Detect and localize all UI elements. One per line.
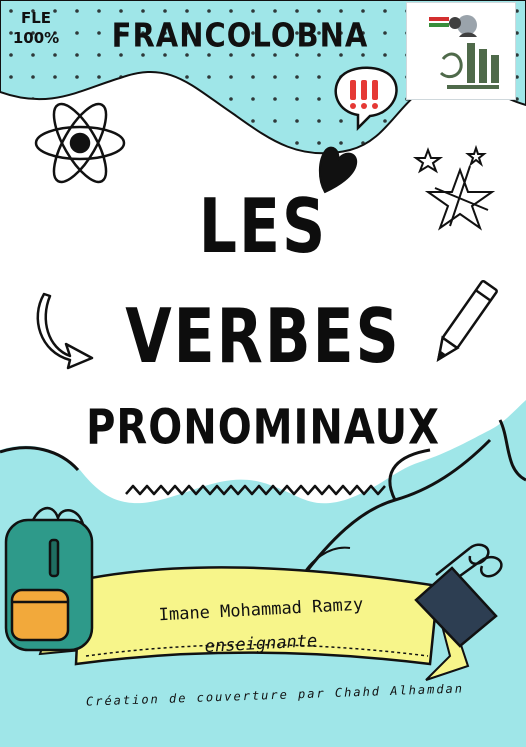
backpack-icon xyxy=(4,506,94,652)
atom-icon xyxy=(34,102,126,184)
title-line1: LES xyxy=(198,183,328,271)
title-line2: VERBES xyxy=(125,293,401,381)
publisher-logo xyxy=(406,2,516,100)
brand-name: FRANCOLOBNA xyxy=(111,15,369,55)
title-line3: PRONOMINAUX xyxy=(86,400,440,456)
cover-page: FLE 100% FRANCOLOBNA LES VERBES PRONOMIN… xyxy=(0,0,526,747)
level-tag: FLE 100% xyxy=(8,8,64,48)
level-tag-line1: FLE xyxy=(20,9,52,27)
level-tag-line2: 100% xyxy=(12,29,60,47)
